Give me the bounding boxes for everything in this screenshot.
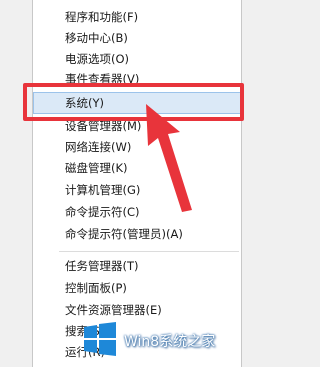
menu-item-network-connections[interactable]: 网络连接(W) bbox=[65, 139, 131, 155]
menu-item-power-options[interactable]: 电源选项(O) bbox=[65, 51, 129, 67]
annotation-arrow-icon bbox=[146, 104, 192, 212]
context-menu: 程序和功能(F) 移动中心(B) 电源选项(O) 事件查看器(V) 系统(Y) … bbox=[32, 0, 242, 367]
menu-item-task-manager[interactable]: 任务管理器(T) bbox=[65, 258, 139, 274]
menu-item-command-prompt[interactable]: 命令提示符(C) bbox=[65, 204, 140, 220]
menu-separator bbox=[59, 251, 239, 252]
menu-item-computer-management[interactable]: 计算机管理(G) bbox=[65, 182, 140, 198]
watermark: Win8系统之家 bbox=[84, 319, 248, 363]
menu-item-disk-management[interactable]: 磁盘管理(K) bbox=[65, 160, 128, 176]
annotation-highlight-box bbox=[23, 83, 244, 121]
menu-item-mobility-center[interactable]: 移动中心(B) bbox=[65, 30, 128, 46]
menu-item-programs-features[interactable]: 程序和功能(F) bbox=[65, 9, 138, 25]
windows-logo-icon bbox=[84, 322, 116, 356]
menu-item-control-panel[interactable]: 控制面板(P) bbox=[65, 280, 127, 296]
watermark-text: Win8系统之家 bbox=[124, 334, 216, 350]
menu-item-command-prompt-admin[interactable]: 命令提示符(管理员)(A) bbox=[65, 226, 183, 242]
menu-item-file-explorer[interactable]: 文件资源管理器(E) bbox=[65, 302, 162, 318]
